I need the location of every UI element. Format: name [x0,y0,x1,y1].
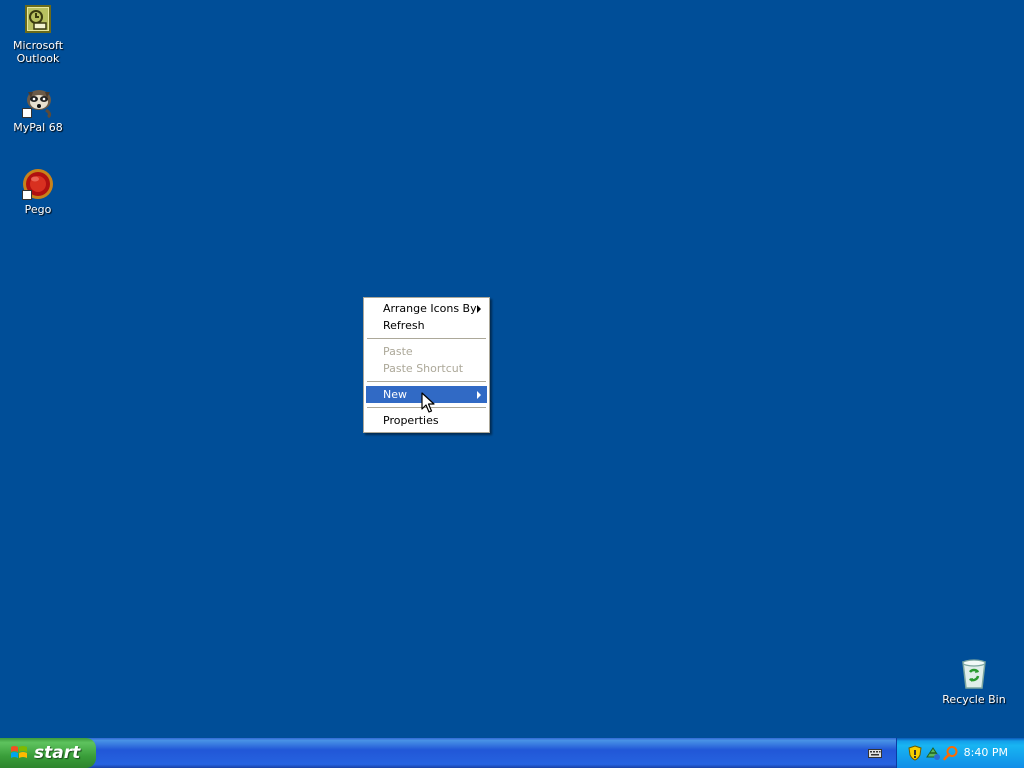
outlook-icon [22,4,54,36]
pego-icon [22,168,54,200]
start-button[interactable]: start [0,738,96,768]
menu-item-paste-shortcut: Paste Shortcut [366,360,487,377]
desktop-icon-recycle-bin[interactable]: Recycle Bin [936,658,1012,706]
menu-item-label: Refresh [383,319,425,332]
menu-item-arrange-icons-by[interactable]: Arrange Icons By [366,300,487,317]
mouse-cursor-icon [421,392,435,413]
menu-item-label: Paste Shortcut [383,362,464,375]
taskbar: start 8:40 PM [0,738,1024,768]
shortcut-arrow-icon [22,108,32,118]
menu-item-label: Arrange Icons By [383,302,477,315]
mypal-icon [22,86,54,119]
desktop-icon-label: MyPal 68 [13,121,63,134]
menu-item-paste: Paste [366,343,487,360]
desktop-icon-label: Microsoft Outlook [12,39,64,65]
desktop-icon-pego[interactable]: Pego [0,168,76,216]
recycle-bin-icon [958,658,990,690]
menu-item-label: Paste [383,345,413,358]
start-label: start [34,743,81,763]
security-shield-icon[interactable] [907,745,923,761]
network-icon[interactable] [925,745,941,761]
menu-item-properties[interactable]: Properties [366,412,487,429]
menu-item-label: New [383,388,407,401]
menu-separator [367,381,486,382]
shortcut-arrow-icon [22,190,32,200]
taskbar-clock[interactable]: 8:40 PM [964,738,1008,768]
menu-item-refresh[interactable]: Refresh [366,317,487,334]
desktop-icon-outlook[interactable]: Microsoft Outlook [0,4,76,65]
windows-logo-icon [11,746,27,758]
menu-separator [367,338,486,339]
submenu-arrow-icon [477,305,481,313]
keyboard-icon[interactable] [868,747,882,759]
search-icon[interactable] [943,745,959,761]
desktop-icon-label: Pego [24,203,52,216]
desktop-icon-mypal[interactable]: MyPal 68 [0,86,76,134]
system-tray: 8:40 PM [896,738,1024,768]
submenu-arrow-icon [477,391,481,399]
menu-item-label: Properties [383,414,439,427]
desktop-icon-label: Recycle Bin [942,693,1006,706]
